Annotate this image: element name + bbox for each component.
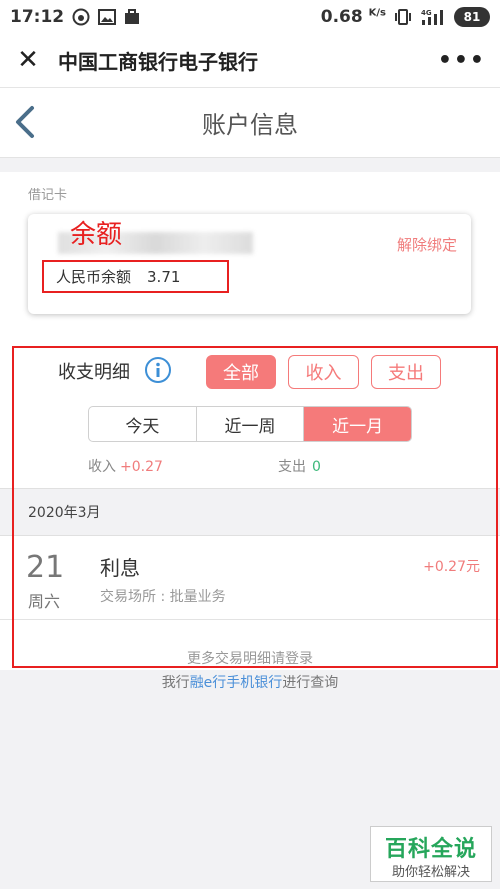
gallery-icon xyxy=(98,8,117,25)
debit-card[interactable]: 余额 解除绑定 人民币余额 3.71 xyxy=(28,214,471,314)
vibrate-icon xyxy=(394,8,412,26)
info-icon[interactable] xyxy=(144,356,172,384)
page-header: 账户信息 xyxy=(0,88,500,158)
balance-value: 3.71 xyxy=(147,267,181,286)
transaction-details: 收支明细 全部 收入 支出 今天 近一周 近一月 收入 +0.27 支出 0 202… xyxy=(0,340,500,670)
annotation-balance: 余额 xyxy=(70,220,123,250)
watermark-logo: 百科全说 助你轻松解决 xyxy=(370,826,492,882)
filter-income-button[interactable]: 收入 xyxy=(288,355,359,389)
weibo-icon xyxy=(72,8,90,26)
tx-weekday: 周六 xyxy=(28,592,61,611)
income-value: +0.27 xyxy=(120,459,163,475)
page-title: 账户信息 xyxy=(202,111,298,139)
status-bar: 17:12 0.68 K/s 4G 81 xyxy=(0,0,500,33)
more-icon[interactable]: ••• xyxy=(438,48,486,73)
details-title: 收支明细 xyxy=(58,362,130,383)
period-month[interactable]: 近一月 xyxy=(304,407,411,441)
tx-name: 利息 xyxy=(100,556,140,580)
tx-place: 交易场所 : 批量业务 xyxy=(100,589,226,605)
unbind-button[interactable]: 解除绑定 xyxy=(397,234,457,255)
bag-icon xyxy=(124,8,140,25)
filter-all-button[interactable]: 全部 xyxy=(206,355,276,389)
signal-4g-icon: 4G xyxy=(420,8,446,26)
back-icon[interactable] xyxy=(10,102,40,142)
period-selector: 今天 近一周 近一月 xyxy=(88,406,412,442)
network-speed: 0.68 K/s xyxy=(320,6,386,27)
balance-label: 人民币余额 xyxy=(56,268,132,286)
card-type-label: 借记卡 xyxy=(28,188,68,203)
status-time: 17:12 xyxy=(10,6,65,27)
browser-bar: ✕ 中国工商银行电子银行 ••• xyxy=(0,33,500,88)
card-section: 借记卡 余额 解除绑定 人民币余额 3.71 xyxy=(0,172,500,340)
tx-amount: +0.27元 xyxy=(423,559,480,575)
browser-title: 中国工商银行电子银行 xyxy=(58,49,258,74)
month-header: 2020年3月 xyxy=(0,488,500,536)
transaction-row[interactable]: 21 周六 利息 交易场所 : 批量业务 +0.27元 xyxy=(0,536,500,620)
svg-text:4G: 4G xyxy=(421,9,432,17)
period-week[interactable]: 近一周 xyxy=(197,407,305,441)
expense-summary: 支出 0 xyxy=(278,459,321,475)
expense-value: 0 xyxy=(312,459,321,475)
balance-row: 人民币余额 3.71 xyxy=(42,260,229,293)
tx-day: 21 xyxy=(26,550,65,585)
watermark-subtitle: 助你轻松解决 xyxy=(391,865,470,880)
close-icon[interactable]: ✕ xyxy=(14,47,42,73)
income-summary: 收入 +0.27 xyxy=(88,459,163,475)
mobile-banking-link[interactable]: 融e行手机银行 xyxy=(190,675,283,691)
query-tip: 我行融e行手机银行进行查询 xyxy=(161,675,339,691)
period-today[interactable]: 今天 xyxy=(89,407,197,441)
battery-indicator: 81 xyxy=(454,6,490,27)
watermark-title: 百科全说 xyxy=(384,837,477,862)
filter-expense-button[interactable]: 支出 xyxy=(371,355,441,389)
more-details-tip: 更多交易明细请登录 xyxy=(187,651,313,667)
